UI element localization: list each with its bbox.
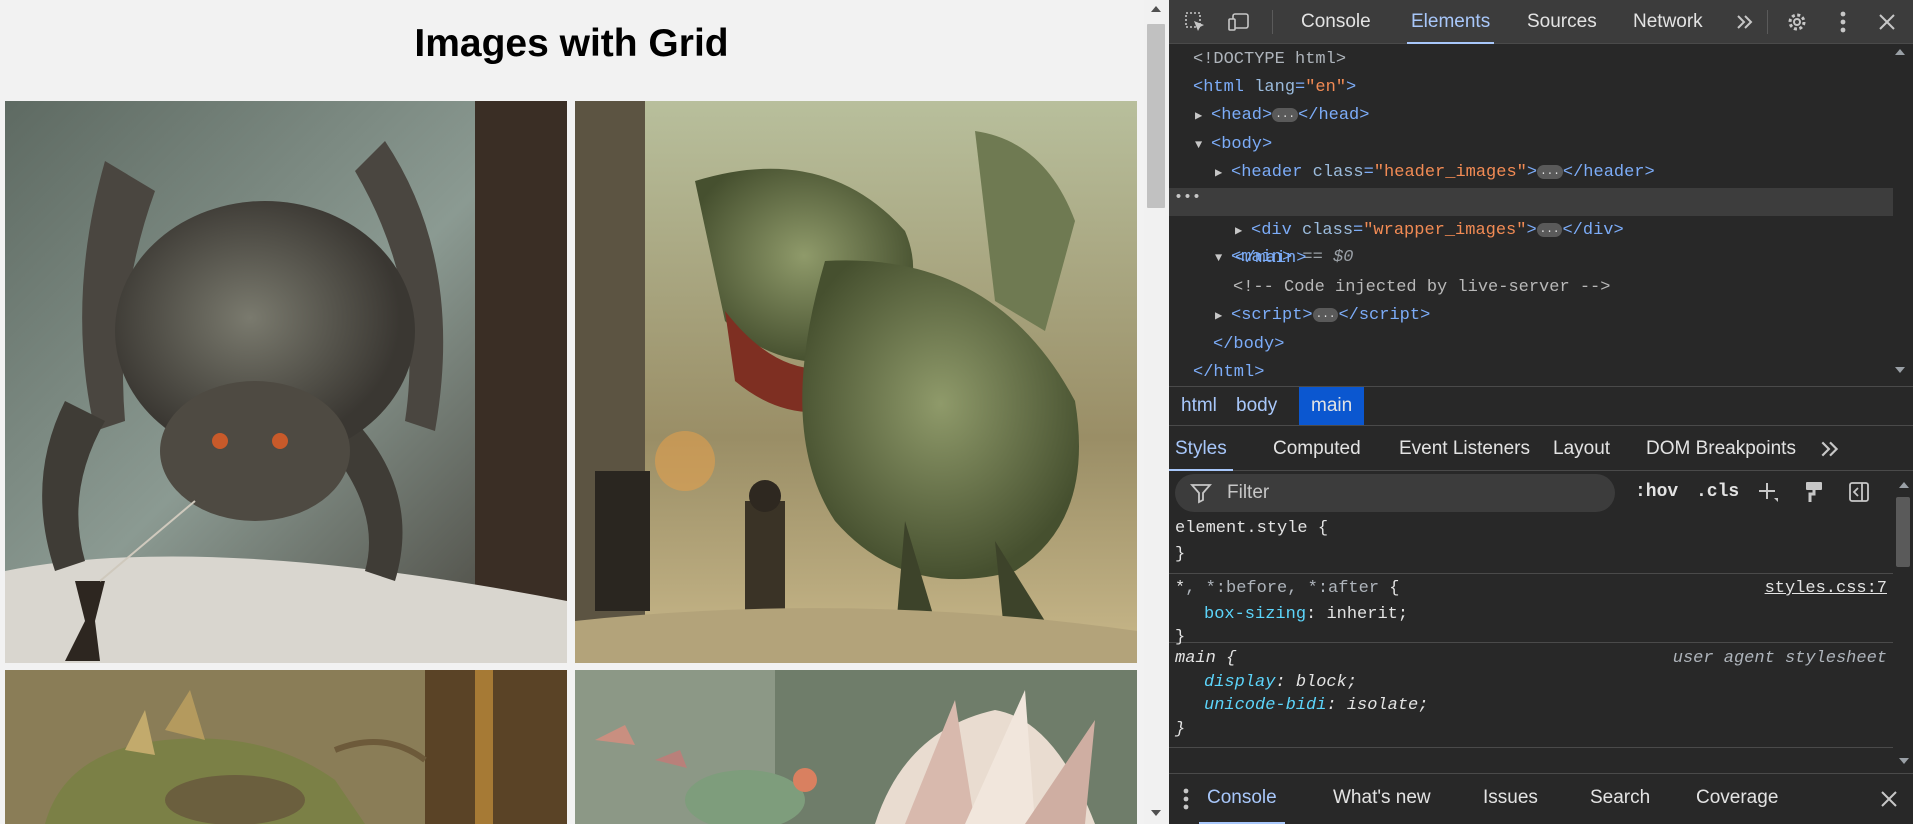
styles-filter[interactable] xyxy=(1175,474,1615,512)
paint-roller-icon[interactable] xyxy=(1800,478,1828,506)
expand-triangle-icon[interactable]: ▶ xyxy=(1235,217,1251,245)
device-toolbar-icon[interactable] xyxy=(1225,8,1253,36)
dom-scroll-down-arrow-icon[interactable] xyxy=(1895,367,1905,373)
tab-styles[interactable]: Styles xyxy=(1169,427,1233,471)
tab-network[interactable]: Network xyxy=(1629,0,1707,44)
devtools-panel: Console Elements Sources Network <!DOCTY… xyxy=(1169,0,1913,824)
style-rule-universal[interactable]: *, *:before, *:after { styles.css:7 box-… xyxy=(1169,575,1893,647)
expand-triangle-icon[interactable]: ▶ xyxy=(1195,102,1211,130)
new-style-rule-plus-icon[interactable] xyxy=(1754,478,1782,506)
style-rule-main[interactable]: main { user agent stylesheet display: bl… xyxy=(1169,644,1893,748)
dom-node-script[interactable]: ▶ <script>... </script> xyxy=(1215,302,1430,330)
drawer-tab-search[interactable]: Search xyxy=(1582,774,1658,824)
page-viewport: Images with Grid xyxy=(0,0,1169,824)
dom-node-main-close[interactable]: </main> xyxy=(1235,245,1306,273)
dom-comment[interactable]: <!-- Code injected by live-server --> xyxy=(1233,274,1610,302)
styles-scrollbar-thumb[interactable] xyxy=(1896,497,1910,567)
drawer-more-vertical-icon[interactable] xyxy=(1183,788,1189,816)
row-more-dots-icon[interactable]: ••• xyxy=(1174,184,1201,212)
drawer-tab-whats-new[interactable]: What's new xyxy=(1325,774,1439,824)
expand-triangle-icon[interactable]: ▶ xyxy=(1215,302,1231,330)
breadcrumb-main[interactable]: main xyxy=(1299,387,1365,425)
tab-computed[interactable]: Computed xyxy=(1267,427,1367,471)
dom-tree: <!DOCTYPE html> <html lang="en"> ▶ <head>… xyxy=(1169,45,1913,385)
toolbar-separator xyxy=(1272,10,1273,34)
grid-image-spider xyxy=(5,101,567,663)
page-scrollbar[interactable] xyxy=(1144,0,1169,824)
styles-toolbar: :hov .cls xyxy=(1169,472,1913,512)
collapse-triangle-icon[interactable]: ▼ xyxy=(1195,131,1211,159)
drawer-close-icon[interactable] xyxy=(1880,790,1898,814)
scroll-up-arrow-icon[interactable] xyxy=(1151,6,1161,12)
breadcrumb-body[interactable]: body xyxy=(1224,387,1289,425)
elements-sub-tabs: Styles Computed Event Listeners Layout D… xyxy=(1169,427,1913,471)
grid-image-lizard xyxy=(5,670,567,824)
filter-funnel-icon xyxy=(1190,484,1212,504)
breadcrumb-html[interactable]: html xyxy=(1169,387,1229,425)
devtools-main-toolbar: Console Elements Sources Network xyxy=(1169,0,1913,44)
grid-image-trex xyxy=(575,101,1137,663)
drawer-tab-bar: Console What's new Issues Search Coverag… xyxy=(1169,773,1913,824)
style-source-link[interactable]: styles.css:7 xyxy=(1765,577,1887,601)
tab-sources[interactable]: Sources xyxy=(1523,0,1601,44)
dom-node-div-wrapper[interactable]: ▶ <div class="wrapper_images">... </div> xyxy=(1235,217,1624,245)
dom-node-header[interactable]: ▶ <header class="header_images">... </head… xyxy=(1215,159,1655,187)
expand-triangle-icon[interactable]: ▶ xyxy=(1215,159,1231,187)
toggle-sidebar-icon[interactable] xyxy=(1845,478,1873,506)
drawer-tab-coverage[interactable]: Coverage xyxy=(1688,774,1786,824)
settings-gear-icon[interactable] xyxy=(1783,8,1811,36)
collapse-triangle-icon[interactable]: ▼ xyxy=(1215,244,1231,272)
collapsed-content-ellipsis[interactable]: ... xyxy=(1312,308,1339,322)
drawer-tab-issues[interactable]: Issues xyxy=(1475,774,1546,824)
hov-toggle-button[interactable]: :hov xyxy=(1635,476,1678,508)
inspect-element-icon[interactable] xyxy=(1181,8,1209,36)
styles-scroll-down-arrow-icon[interactable] xyxy=(1899,758,1909,764)
tab-dom-breakpoints[interactable]: DOM Breakpoints xyxy=(1640,427,1802,471)
page-title: Images with Grid xyxy=(414,22,729,65)
styles-scroll-up-arrow-icon[interactable] xyxy=(1899,482,1909,488)
collapsed-content-ellipsis[interactable]: ... xyxy=(1272,108,1299,122)
dom-node-head[interactable]: ▶ <head>... </head> xyxy=(1195,102,1369,130)
tab-elements[interactable]: Elements xyxy=(1407,0,1495,44)
dom-node-html-close[interactable]: </html> xyxy=(1193,359,1264,387)
selected-node-marker: == $0 xyxy=(1302,248,1354,267)
tab-layout[interactable]: Layout xyxy=(1547,427,1616,471)
tab-console[interactable]: Console xyxy=(1297,0,1375,44)
dom-node-body-close[interactable]: </body> xyxy=(1213,331,1284,359)
drawer-tab-console[interactable]: Console xyxy=(1199,774,1285,824)
styles-pane: element.style { } *, *:before, *:after {… xyxy=(1169,513,1893,765)
dom-node-html[interactable]: <html lang="en"> xyxy=(1193,74,1356,102)
breadcrumb: html body main xyxy=(1169,386,1913,426)
style-rule-element-style[interactable]: element.style { } xyxy=(1169,513,1893,574)
cls-toggle-button[interactable]: .cls xyxy=(1696,476,1739,508)
collapsed-content-ellipsis[interactable]: ... xyxy=(1536,223,1563,237)
toolbar-separator xyxy=(1767,10,1768,34)
dom-scroll-up-arrow-icon[interactable] xyxy=(1895,49,1905,55)
close-icon[interactable] xyxy=(1873,8,1901,36)
chevron-double-right-icon[interactable] xyxy=(1819,438,1841,466)
dom-node-main-selected[interactable]: ••• ▼ <main> == $0 xyxy=(1169,188,1893,267)
grid-image-bird xyxy=(575,670,1137,824)
page-scrollbar-thumb[interactable] xyxy=(1147,24,1165,208)
scroll-down-arrow-icon[interactable] xyxy=(1151,810,1161,816)
more-vertical-icon[interactable] xyxy=(1829,8,1857,36)
user-agent-stylesheet-label: user agent stylesheet xyxy=(1672,649,1887,668)
chevron-double-right-icon[interactable] xyxy=(1731,8,1759,36)
collapsed-content-ellipsis[interactable]: ... xyxy=(1537,165,1563,179)
styles-filter-input[interactable] xyxy=(1227,474,1597,512)
tab-event-listeners[interactable]: Event Listeners xyxy=(1393,427,1536,471)
dom-doctype[interactable]: <!DOCTYPE html> xyxy=(1193,46,1346,74)
dom-node-body[interactable]: ▼ <body> xyxy=(1195,131,1272,159)
